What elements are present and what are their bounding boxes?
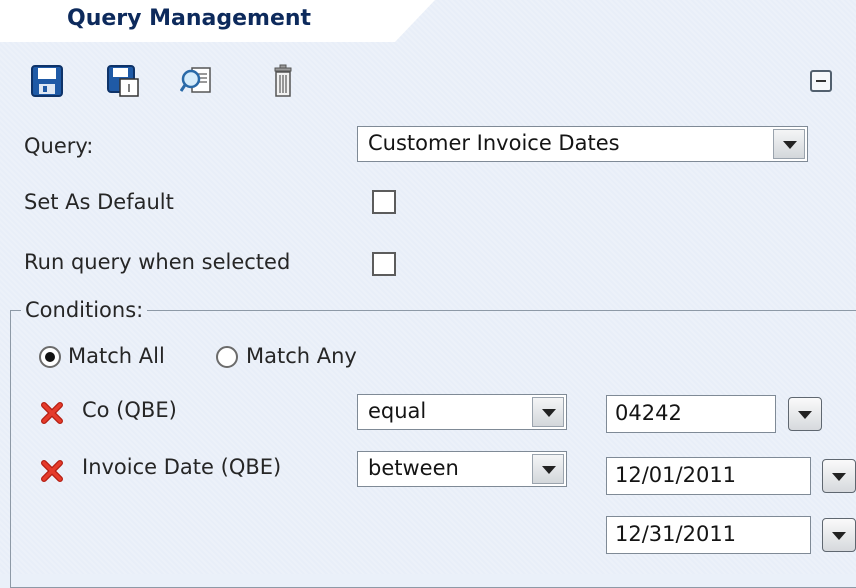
panel-tab: Query Management	[0, 0, 435, 42]
match-any-label: Match Any	[246, 344, 357, 368]
match-any-radio[interactable]	[216, 346, 238, 368]
condition-operator-value: between	[368, 456, 459, 480]
svg-text:I: I	[127, 82, 130, 95]
value-picker-button[interactable]	[822, 518, 856, 552]
set-default-label: Set As Default	[24, 190, 174, 214]
operator-dropdown-icon[interactable]	[532, 454, 564, 484]
condition-value-input[interactable]: 12/01/2011	[606, 457, 811, 495]
value-picker-button[interactable]	[822, 459, 856, 493]
match-all-label: Match All	[68, 344, 165, 368]
preview-icon[interactable]	[179, 64, 214, 98]
condition-field-label: Invoice Date (QBE)	[82, 455, 282, 479]
run-query-label: Run query when selected	[24, 250, 291, 274]
query-label: Query:	[24, 134, 94, 158]
collapse-icon[interactable]	[810, 70, 832, 92]
condition-value-input[interactable]: 12/31/2011	[606, 516, 811, 554]
match-all-radio[interactable]	[39, 346, 61, 368]
query-select-dropdown-icon[interactable]	[773, 129, 805, 159]
conditions-legend: Conditions:	[25, 298, 144, 322]
condition-operator-select[interactable]: equal	[357, 394, 567, 430]
save-as-icon[interactable]: I	[106, 64, 140, 98]
condition-value-text: 04242	[615, 401, 682, 425]
condition-value-text: 12/01/2011	[615, 463, 737, 487]
save-icon[interactable]	[30, 64, 64, 98]
panel-header: Query Management	[0, 0, 856, 42]
condition-field-label: Co (QBE)	[82, 398, 177, 422]
panel-title: Query Management	[67, 6, 312, 31]
set-default-checkbox[interactable]	[372, 190, 396, 214]
condition-value-text: 12/31/2011	[615, 522, 737, 546]
query-management-panel: Query Management I Query: Customer Invoi…	[0, 0, 856, 588]
delete-icon[interactable]	[268, 64, 302, 98]
operator-dropdown-icon[interactable]	[532, 397, 564, 427]
condition-operator-select[interactable]: between	[357, 451, 567, 487]
value-picker-button[interactable]	[788, 397, 822, 431]
condition-operator-value: equal	[368, 399, 427, 423]
condition-value-input[interactable]: 04242	[606, 395, 776, 433]
query-select-value: Customer Invoice Dates	[368, 131, 620, 155]
query-select[interactable]: Customer Invoice Dates	[357, 126, 808, 162]
run-query-checkbox[interactable]	[372, 252, 396, 276]
remove-condition-icon[interactable]	[41, 460, 63, 482]
remove-condition-icon[interactable]	[41, 402, 63, 424]
